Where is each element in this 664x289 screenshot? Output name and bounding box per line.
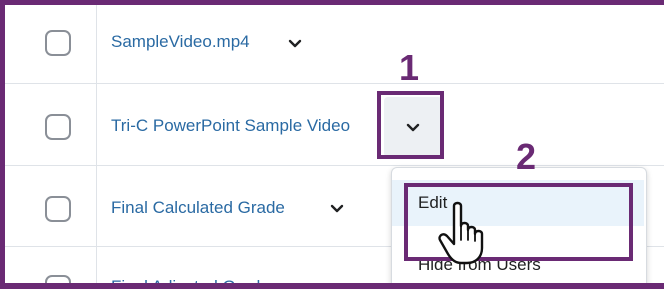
row-checkbox[interactable] <box>45 196 71 222</box>
item-title-link[interactable]: Final Calculated Grade <box>111 198 285 218</box>
hand-pointer-icon <box>435 200 491 266</box>
row-divider <box>5 83 664 84</box>
content-frame: SampleVideo.mp4 Tri-C PowerPoint Sample … <box>0 0 664 289</box>
step1-highlight-box <box>377 91 444 159</box>
item-title-link[interactable]: SampleVideo.mp4 <box>111 32 250 52</box>
row-checkbox[interactable] <box>45 30 71 56</box>
chevron-down-icon[interactable] <box>330 202 344 216</box>
frame-bottom-border <box>0 283 664 289</box>
step-number-1: 1 <box>399 47 420 88</box>
step-number-2: 2 <box>516 136 537 177</box>
row-divider <box>5 165 664 166</box>
row-checkbox[interactable] <box>45 114 71 140</box>
chevron-down-icon[interactable] <box>288 37 302 51</box>
item-title-link[interactable]: Tri-C PowerPoint Sample Video <box>111 116 383 136</box>
